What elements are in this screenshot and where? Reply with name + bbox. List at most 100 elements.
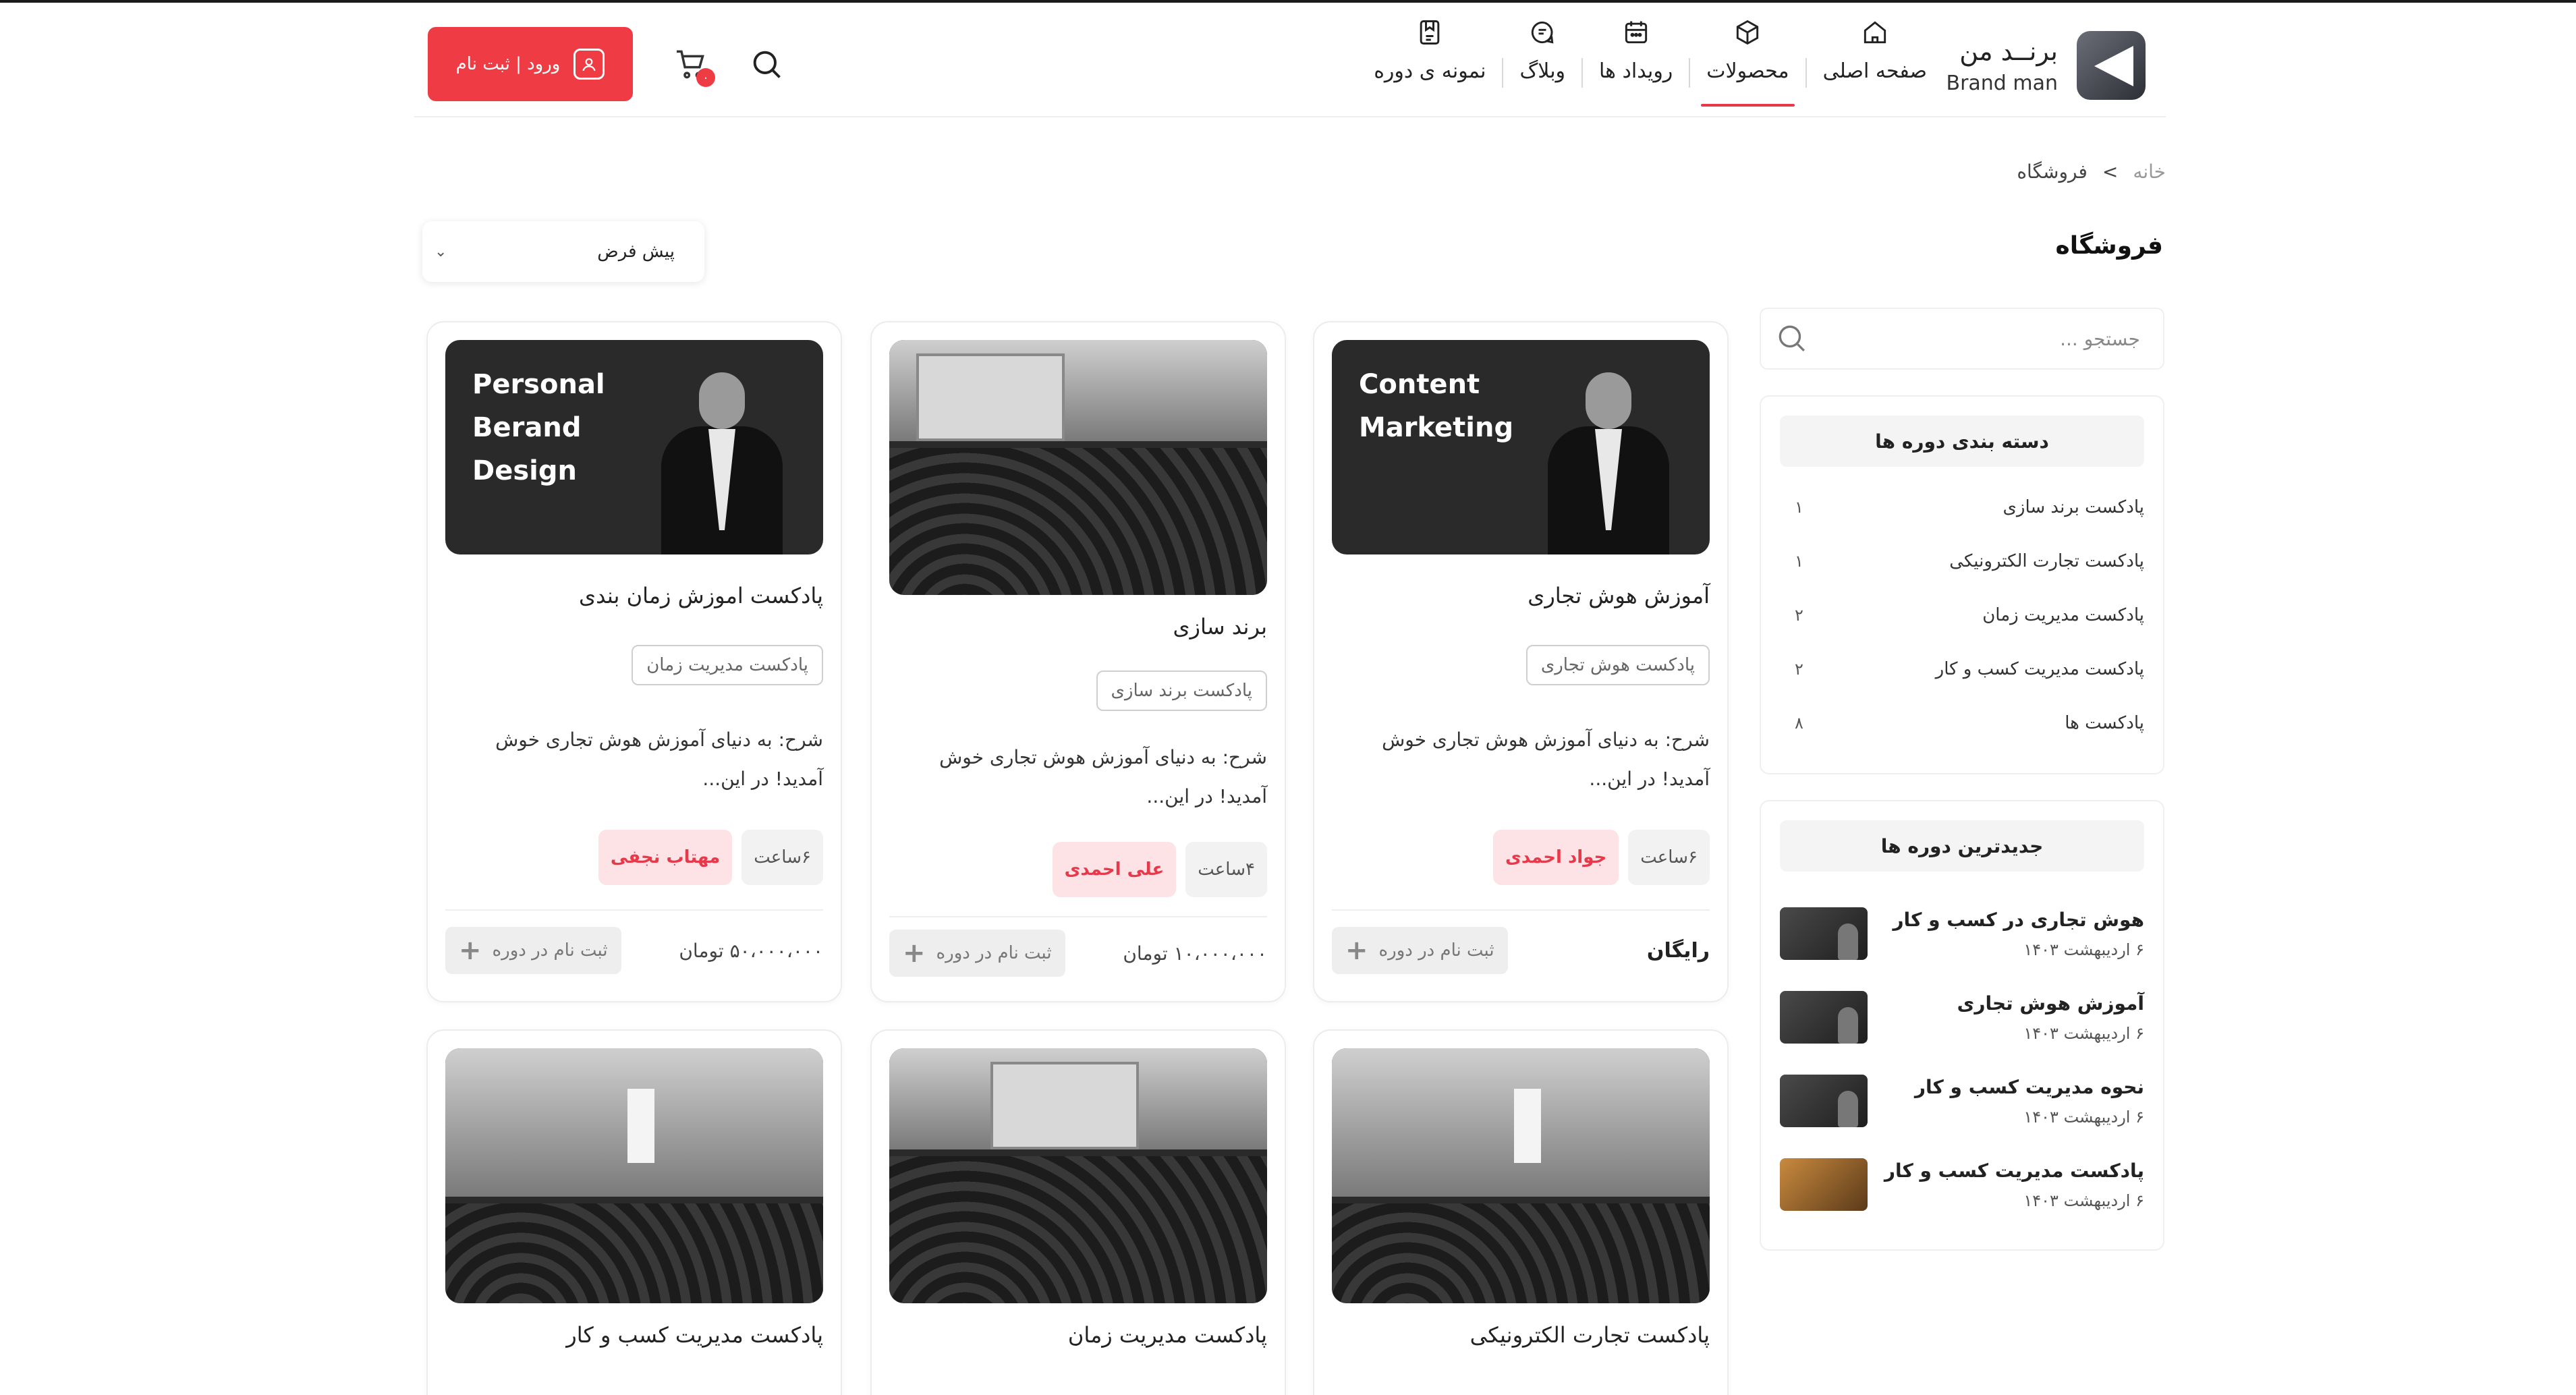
brand-logo-icon: [2077, 31, 2146, 100]
product-title[interactable]: پادکست مدیریت زمان: [1068, 1322, 1267, 1348]
product-image[interactable]: [445, 1048, 823, 1303]
recent-course-thumbnail[interactable]: [1780, 991, 1868, 1044]
product-description: شرح: به دنیای آموزش هوش تجاری خوش آمدید!…: [495, 729, 823, 790]
product-meta: ۴ساعت علی احمدی: [1052, 842, 1267, 897]
podium: [1514, 1089, 1541, 1163]
site-header: برنــد من Brand man صفحه اصلی محصولات رو…: [414, 3, 2166, 117]
recent-course-title[interactable]: هوش تجاری در کسب و کار: [1893, 909, 2144, 931]
nav-label: رویداد ها: [1599, 59, 1673, 83]
brand-text: برنــد من Brand man: [1946, 36, 2058, 95]
author-badge[interactable]: جواد احمدی: [1492, 830, 1619, 885]
product-title[interactable]: پادکست تجارت الکترونیکی: [1470, 1322, 1710, 1348]
blog-icon: [1525, 15, 1560, 50]
product-image[interactable]: [889, 340, 1267, 595]
product-category-tag[interactable]: پادکست مدیریت زمان: [632, 645, 823, 685]
category-item[interactable]: پادکست مدیریت زمان ۲: [1780, 588, 2144, 642]
nav-item-course-sample[interactable]: نمونه ی دوره: [1357, 15, 1502, 107]
nav-label: صفحه اصلی: [1822, 59, 1927, 83]
recent-course-date: ۶ اردیبهشت ۱۴۰۳: [2023, 1107, 2144, 1127]
search-icon[interactable]: [1773, 321, 1808, 356]
product-price: ۱۰،۰۰۰،۰۰۰ تومان: [1123, 942, 1267, 965]
product-image[interactable]: [1332, 1048, 1710, 1303]
recent-course-text: پادکست مدیریت کسب و کار ۶ اردیبهشت ۱۴۰۳: [1881, 1160, 2144, 1210]
sort-select[interactable]: پیش فرض ⌄: [422, 221, 704, 282]
category-count: ۲: [1795, 606, 1803, 625]
product-title[interactable]: پادکست مدیریت کسب و کار: [566, 1322, 823, 1348]
product-image[interactable]: Personal Berand Design: [445, 340, 823, 554]
recent-course-title[interactable]: آموزش هوش تجاری: [1957, 992, 2144, 1015]
product-image[interactable]: Content Marketing: [1332, 340, 1710, 554]
recent-course-thumbnail[interactable]: [1780, 1075, 1868, 1127]
author-badge[interactable]: علی احمدی: [1052, 842, 1177, 897]
product-price: ۵۰،۰۰۰،۰۰۰ تومان: [679, 939, 823, 962]
image-text-line: Personal: [472, 369, 605, 400]
product-category-tag[interactable]: پادکست هوش تجاری: [1525, 645, 1710, 685]
enroll-button[interactable]: ثبت نام در دوره +: [889, 930, 1065, 977]
category-name: پادکست ها: [2065, 713, 2144, 733]
author-badge[interactable]: مهتاب نجفی: [598, 830, 733, 885]
nav-item-blog[interactable]: وبلاگ: [1503, 15, 1581, 107]
nav-label: نمونه ی دوره: [1374, 59, 1486, 83]
duration-badge: ۶ساعت: [1628, 830, 1710, 885]
card-footer: ۵۰،۰۰۰،۰۰۰ تومان ثبت نام در دوره +: [445, 927, 823, 974]
recent-course-date: ۶ اردیبهشت ۱۴۰۳: [2023, 1191, 2144, 1210]
product-card[interactable]: پادکست مدیریت زمان: [870, 1029, 1286, 1395]
nav-item-products[interactable]: محصولات: [1690, 15, 1805, 107]
product-card[interactable]: پادکست مدیریت کسب و کار: [426, 1029, 842, 1395]
breadcrumb-home[interactable]: خانه: [2133, 161, 2166, 183]
sidebar-search-input[interactable]: جستجو ...: [1760, 308, 2164, 370]
enroll-button[interactable]: ثبت نام در دوره +: [1332, 927, 1508, 974]
recent-course-item[interactable]: پادکست مدیریت کسب و کار ۶ اردیبهشت ۱۴۰۳: [1780, 1143, 2144, 1226]
product-title[interactable]: برند سازی: [1173, 614, 1268, 639]
recent-courses-title: جدیدترین دوره ها: [1780, 820, 2144, 872]
thumbnail-person: [1838, 923, 1858, 960]
recent-course-text: آموزش هوش تجاری ۶ اردیبهشت ۱۴۰۳: [1881, 992, 2144, 1043]
brand[interactable]: برنــد من Brand man: [1946, 28, 2146, 103]
product-category-tag[interactable]: پادکست برند سازی: [1096, 671, 1267, 711]
recent-course-thumbnail[interactable]: [1780, 907, 1868, 960]
enroll-button[interactable]: ثبت نام در دوره +: [445, 927, 621, 974]
card-divider: [1332, 909, 1710, 911]
category-item[interactable]: پادکست برند سازی ۱: [1780, 480, 2144, 534]
category-item[interactable]: پادکست تجارت الکترونیکی ۱: [1780, 534, 2144, 588]
plus-icon: +: [1345, 935, 1368, 966]
category-item[interactable]: پادکست مدیریت کسب و کار ۲: [1780, 642, 2144, 696]
product-card[interactable]: برند سازی پادکست برند سازی شرح: به دنیای…: [870, 321, 1286, 1002]
thumbnail-person: [1838, 1091, 1858, 1127]
recent-course-title[interactable]: پادکست مدیریت کسب و کار: [1884, 1160, 2144, 1182]
main-nav: صفحه اصلی محصولات رویداد ها وبلاگ نمونه …: [1357, 15, 1943, 107]
breadcrumb: خانه > فروشگاه: [2017, 161, 2166, 183]
category-name: پادکست مدیریت زمان: [1982, 605, 2144, 625]
search-button[interactable]: [749, 47, 784, 82]
product-image[interactable]: [889, 1048, 1267, 1303]
recent-course-thumbnail[interactable]: [1780, 1158, 1868, 1211]
recent-course-item[interactable]: آموزش هوش تجاری ۶ اردیبهشت ۱۴۰۳: [1780, 975, 2144, 1059]
product-card[interactable]: Content Marketing آموزش هوش تجاری پادکست…: [1313, 321, 1729, 1002]
person-illustration: [661, 372, 783, 554]
category-count: ۱: [1795, 498, 1803, 517]
category-item[interactable]: پادکست ها ۸: [1780, 696, 2144, 750]
thumbnail-person: [1838, 1007, 1858, 1044]
login-register-button[interactable]: ورود | ثبت نام: [428, 27, 633, 101]
cart-button[interactable]: ۰: [672, 45, 715, 87]
projector-screen: [916, 353, 1065, 441]
product-card[interactable]: پادکست تجارت الکترونیکی: [1313, 1029, 1729, 1395]
nav-item-home[interactable]: صفحه اصلی: [1807, 15, 1943, 107]
person-illustration: [1548, 372, 1669, 554]
product-card[interactable]: Personal Berand Design پادکست اموزش زمان…: [426, 321, 842, 1002]
recent-course-title[interactable]: نحوه مدیریت کسب و کار: [1915, 1076, 2144, 1098]
categories-title: دسته بندی دوره ها: [1780, 416, 2144, 467]
enroll-label: ثبت نام در دوره: [492, 940, 608, 961]
card-divider: [889, 916, 1267, 917]
categories-panel: دسته بندی دوره ها پادکست برند سازی ۱ پادک…: [1760, 395, 2164, 774]
category-list: پادکست برند سازی ۱ پادکست تجارت الکترونیک…: [1780, 480, 2144, 750]
recent-course-item[interactable]: نحوه مدیریت کسب و کار ۶ اردیبهشت ۱۴۰۳: [1780, 1059, 2144, 1143]
nav-item-events[interactable]: رویداد ها: [1583, 15, 1689, 107]
recent-course-item[interactable]: هوش تجاری در کسب و کار ۶ اردیبهشت ۱۴۰۳: [1780, 892, 2144, 975]
course-sample-icon: [1412, 15, 1447, 50]
recent-course-date: ۶ اردیبهشت ۱۴۰۳: [2023, 940, 2144, 959]
login-label: ورود | ثبت نام: [455, 54, 561, 74]
product-title[interactable]: آموزش هوش تجاری: [1528, 583, 1710, 608]
duration-badge: ۶ساعت: [741, 830, 823, 885]
product-title[interactable]: پادکست اموزش زمان بندی: [579, 583, 823, 608]
